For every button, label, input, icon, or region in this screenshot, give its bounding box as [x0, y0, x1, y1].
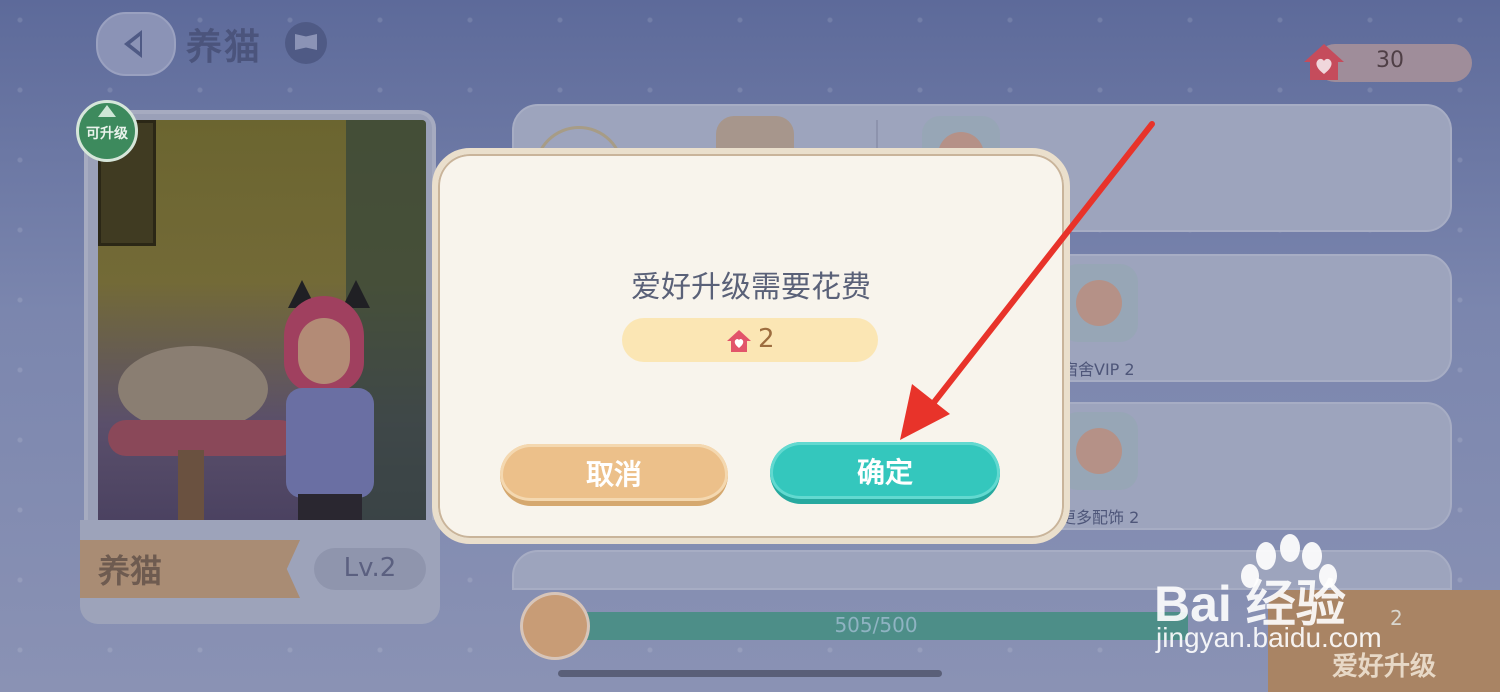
house-heart-icon — [727, 330, 751, 352]
card-name: 养猫 — [98, 552, 163, 590]
cat-avatar-icon — [520, 592, 590, 660]
back-arrow-icon — [124, 30, 142, 58]
upgradable-badge: 可升级 — [76, 100, 138, 162]
back-button[interactable] — [96, 12, 176, 76]
home-indicator[interactable] — [558, 670, 942, 677]
level-text: Lv.2 — [343, 553, 397, 583]
list-item-label: 更多配饰 2 — [1060, 508, 1140, 527]
currency-value: 30 — [1376, 48, 1404, 73]
dialog-title: 爱好升级需要花费 — [631, 270, 871, 305]
up-arrow-icon — [98, 105, 116, 117]
progress-text: 505/500 — [834, 613, 918, 637]
cancel-button[interactable]: 取消 — [500, 444, 728, 506]
confirm-button[interactable]: 确定 — [770, 442, 1000, 504]
page-title: 养猫 — [186, 27, 263, 68]
house-heart-icon — [1304, 44, 1344, 80]
upgradable-badge-text: 可升级 — [86, 126, 128, 142]
watermark-url: jingyan.baidu.com — [1156, 622, 1382, 653]
cat-badge-icon — [1060, 264, 1138, 342]
cat-badge-icon — [1060, 412, 1138, 490]
list-item-label: 宿舍VIP 2 — [1062, 360, 1135, 379]
cost-value: 2 — [758, 324, 775, 354]
character-illustration — [98, 120, 426, 526]
book-icon[interactable] — [285, 22, 327, 64]
